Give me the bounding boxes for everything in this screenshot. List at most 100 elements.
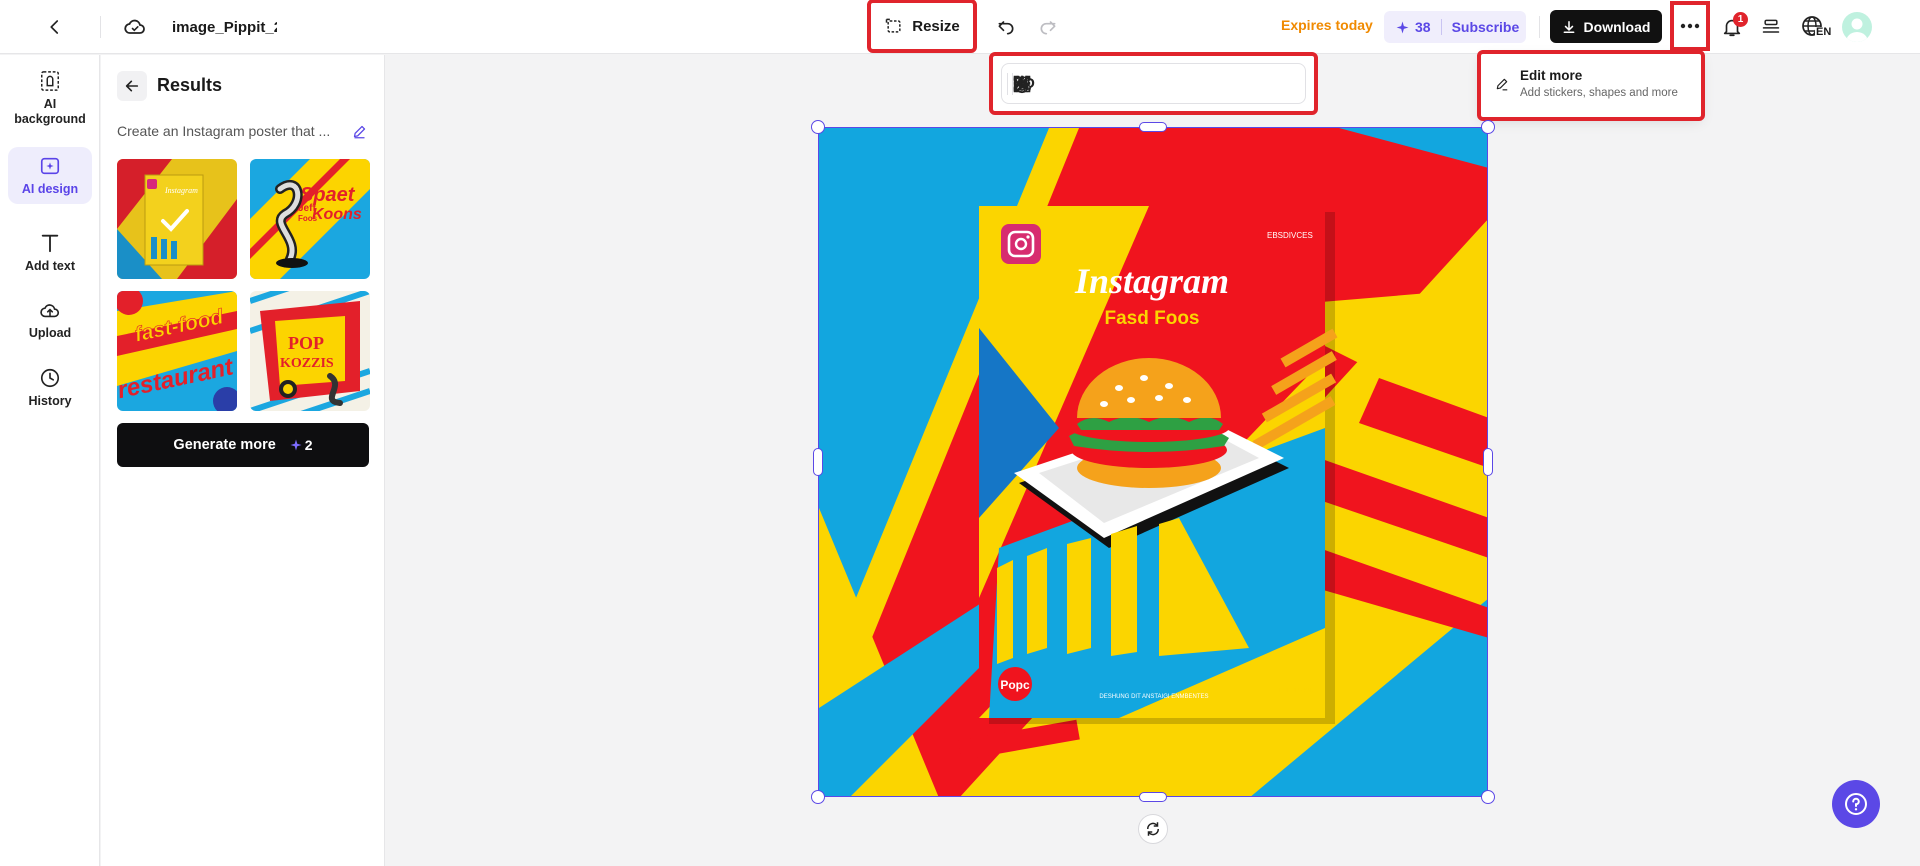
generate-label: Generate more bbox=[173, 437, 276, 453]
result-thumb-3[interactable]: fast-food restaurant bbox=[117, 291, 237, 411]
sparkle-icon bbox=[1396, 21, 1409, 33]
more-dots-icon bbox=[1680, 23, 1700, 29]
more-options-button[interactable] bbox=[1670, 1, 1710, 51]
file-name[interactable]: image_Pippit_20 bbox=[172, 16, 277, 38]
resize-handle-top[interactable] bbox=[1139, 122, 1167, 132]
focus-icon bbox=[1013, 75, 1031, 92]
layers-icon bbox=[1762, 19, 1780, 33]
poster-artwork: EBSDIVCES Instagram Fasd Foos Popc DESHU… bbox=[819, 128, 1487, 796]
subscribe-link[interactable]: Subscribe bbox=[1452, 19, 1520, 35]
credits-pill[interactable]: 38 Subscribe bbox=[1384, 11, 1526, 43]
text-icon bbox=[41, 234, 59, 252]
download-button[interactable]: Download bbox=[1550, 10, 1662, 43]
rail-ai-background[interactable]: AI background bbox=[8, 68, 92, 128]
avatar[interactable] bbox=[1842, 12, 1872, 42]
rail-ai-design[interactable]: AI design bbox=[8, 147, 92, 204]
resize-handle-top-left[interactable] bbox=[811, 120, 825, 134]
arrow-left-icon bbox=[125, 80, 139, 92]
download-icon bbox=[1563, 20, 1574, 33]
redo-button[interactable] bbox=[1033, 12, 1063, 42]
poster-brand: Popc bbox=[1000, 678, 1030, 692]
rail-label: AI design bbox=[21, 181, 79, 196]
thumb-text: KOZZIS bbox=[280, 356, 334, 371]
resize-handle-bottom-right[interactable] bbox=[1481, 790, 1495, 804]
result-thumb-2[interactable]: Spaet Koons Jeff Foos bbox=[250, 159, 370, 279]
divider bbox=[1440, 19, 1442, 35]
resize-handle-bottom[interactable] bbox=[1139, 792, 1167, 802]
edit-more-title: Edit more bbox=[1520, 68, 1583, 83]
thumb-image: Instagram bbox=[117, 159, 237, 279]
thumb-image: fast-food restaurant bbox=[117, 291, 237, 411]
credits-count: 38 bbox=[1415, 19, 1431, 35]
thumb-image: POP KOZZIS bbox=[250, 291, 370, 411]
thumb-image: Spaet Koons Jeff Foos bbox=[250, 159, 370, 279]
poster-title: Instagram bbox=[1074, 261, 1229, 301]
poster: EBSDIVCES Instagram Fasd Foos Popc DESHU… bbox=[979, 206, 1338, 724]
image-toolbar: HD bbox=[1001, 63, 1306, 104]
prompt-text[interactable]: Create an Instagram poster that ... bbox=[117, 123, 347, 139]
rotate-button[interactable] bbox=[1138, 814, 1168, 844]
rail-history[interactable]: History bbox=[8, 360, 92, 416]
edit-prompt-button[interactable] bbox=[349, 121, 369, 141]
rail-label: Add text bbox=[25, 258, 75, 273]
user-avatar-icon bbox=[1846, 18, 1868, 42]
cloud-sync-icon[interactable] bbox=[120, 12, 150, 42]
resize-button[interactable]: Resize bbox=[867, 0, 977, 53]
left-tool-rail: AI background AI design Add text Upload … bbox=[0, 55, 100, 866]
poster-subtitle: Fasd Foos bbox=[1104, 308, 1199, 329]
resize-handle-left[interactable] bbox=[813, 448, 823, 476]
pencil-icon bbox=[1496, 78, 1508, 91]
chevron-left-icon bbox=[50, 20, 59, 34]
result-thumb-4[interactable]: POP KOZZIS bbox=[250, 291, 370, 411]
edit-more-menu-item[interactable]: Edit more Add stickers, shapes and more bbox=[1477, 50, 1705, 121]
tool-focus[interactable] bbox=[1005, 67, 1039, 101]
panel-back-button[interactable] bbox=[117, 71, 147, 101]
resize-handle-top-right[interactable] bbox=[1481, 120, 1495, 134]
rail-label: History bbox=[28, 394, 72, 408]
rotate-icon bbox=[1147, 822, 1159, 836]
ai-design-icon bbox=[40, 157, 60, 174]
thumb-text: Koons bbox=[312, 206, 362, 223]
resize-handle-bottom-left[interactable] bbox=[811, 790, 825, 804]
divider bbox=[1539, 16, 1540, 38]
edit-more-subtitle: Add stickers, shapes and more bbox=[1520, 87, 1678, 99]
download-label: Download bbox=[1583, 18, 1651, 35]
poster-corner-text: EBSDIVCES bbox=[1267, 231, 1313, 240]
top-bar: image_Pippit_20 Resize Expires today 38 … bbox=[0, 0, 1920, 54]
help-button[interactable] bbox=[1832, 780, 1880, 828]
pencil-icon bbox=[353, 125, 365, 138]
thumb-text: Foos bbox=[298, 214, 318, 223]
redo-icon bbox=[1040, 21, 1056, 35]
rail-label: Upload bbox=[28, 326, 72, 340]
image-toolbar-highlight: HD bbox=[989, 52, 1318, 115]
undo-button[interactable] bbox=[991, 12, 1021, 42]
help-icon bbox=[1845, 793, 1867, 815]
result-thumb-1[interactable]: Instagram bbox=[117, 159, 237, 279]
layers-button[interactable] bbox=[1756, 12, 1786, 42]
rail-upload[interactable]: Upload bbox=[8, 292, 92, 348]
thumb-text: Instagram bbox=[164, 186, 198, 195]
notification-badge: 1 bbox=[1733, 12, 1748, 27]
thumb-text: Jeff bbox=[298, 203, 316, 214]
generate-cost: 2 bbox=[304, 437, 313, 453]
panel-title: Results bbox=[157, 75, 223, 95]
undo-icon bbox=[998, 21, 1014, 35]
language-button[interactable]: EN bbox=[1796, 10, 1833, 44]
rail-add-text[interactable]: Add text bbox=[8, 225, 92, 280]
poster-footer-right: ESESDIUNDZ bbox=[1279, 688, 1318, 694]
back-button[interactable] bbox=[40, 12, 70, 42]
expires-text: Expires today bbox=[1281, 17, 1373, 33]
language-code: EN bbox=[1815, 26, 1833, 38]
sparkle-icon bbox=[290, 439, 302, 451]
notifications-button[interactable]: 1 bbox=[1716, 11, 1748, 43]
ai-background-icon bbox=[41, 71, 59, 91]
results-panel: Results Create an Instagram poster that … bbox=[101, 55, 385, 866]
resize-label: Resize bbox=[912, 17, 960, 35]
rail-label: AI background bbox=[14, 97, 86, 126]
upload-cloud-icon bbox=[40, 304, 60, 318]
poster-footer: DESHUNG DIT ANSTAIGI ENMBENTES bbox=[1099, 694, 1208, 700]
resize-handle-right[interactable] bbox=[1483, 448, 1493, 476]
divider bbox=[100, 16, 101, 38]
canvas-image[interactable]: EBSDIVCES Instagram Fasd Foos Popc DESHU… bbox=[818, 127, 1488, 797]
generate-more-button[interactable]: Generate more 2 bbox=[117, 423, 369, 467]
